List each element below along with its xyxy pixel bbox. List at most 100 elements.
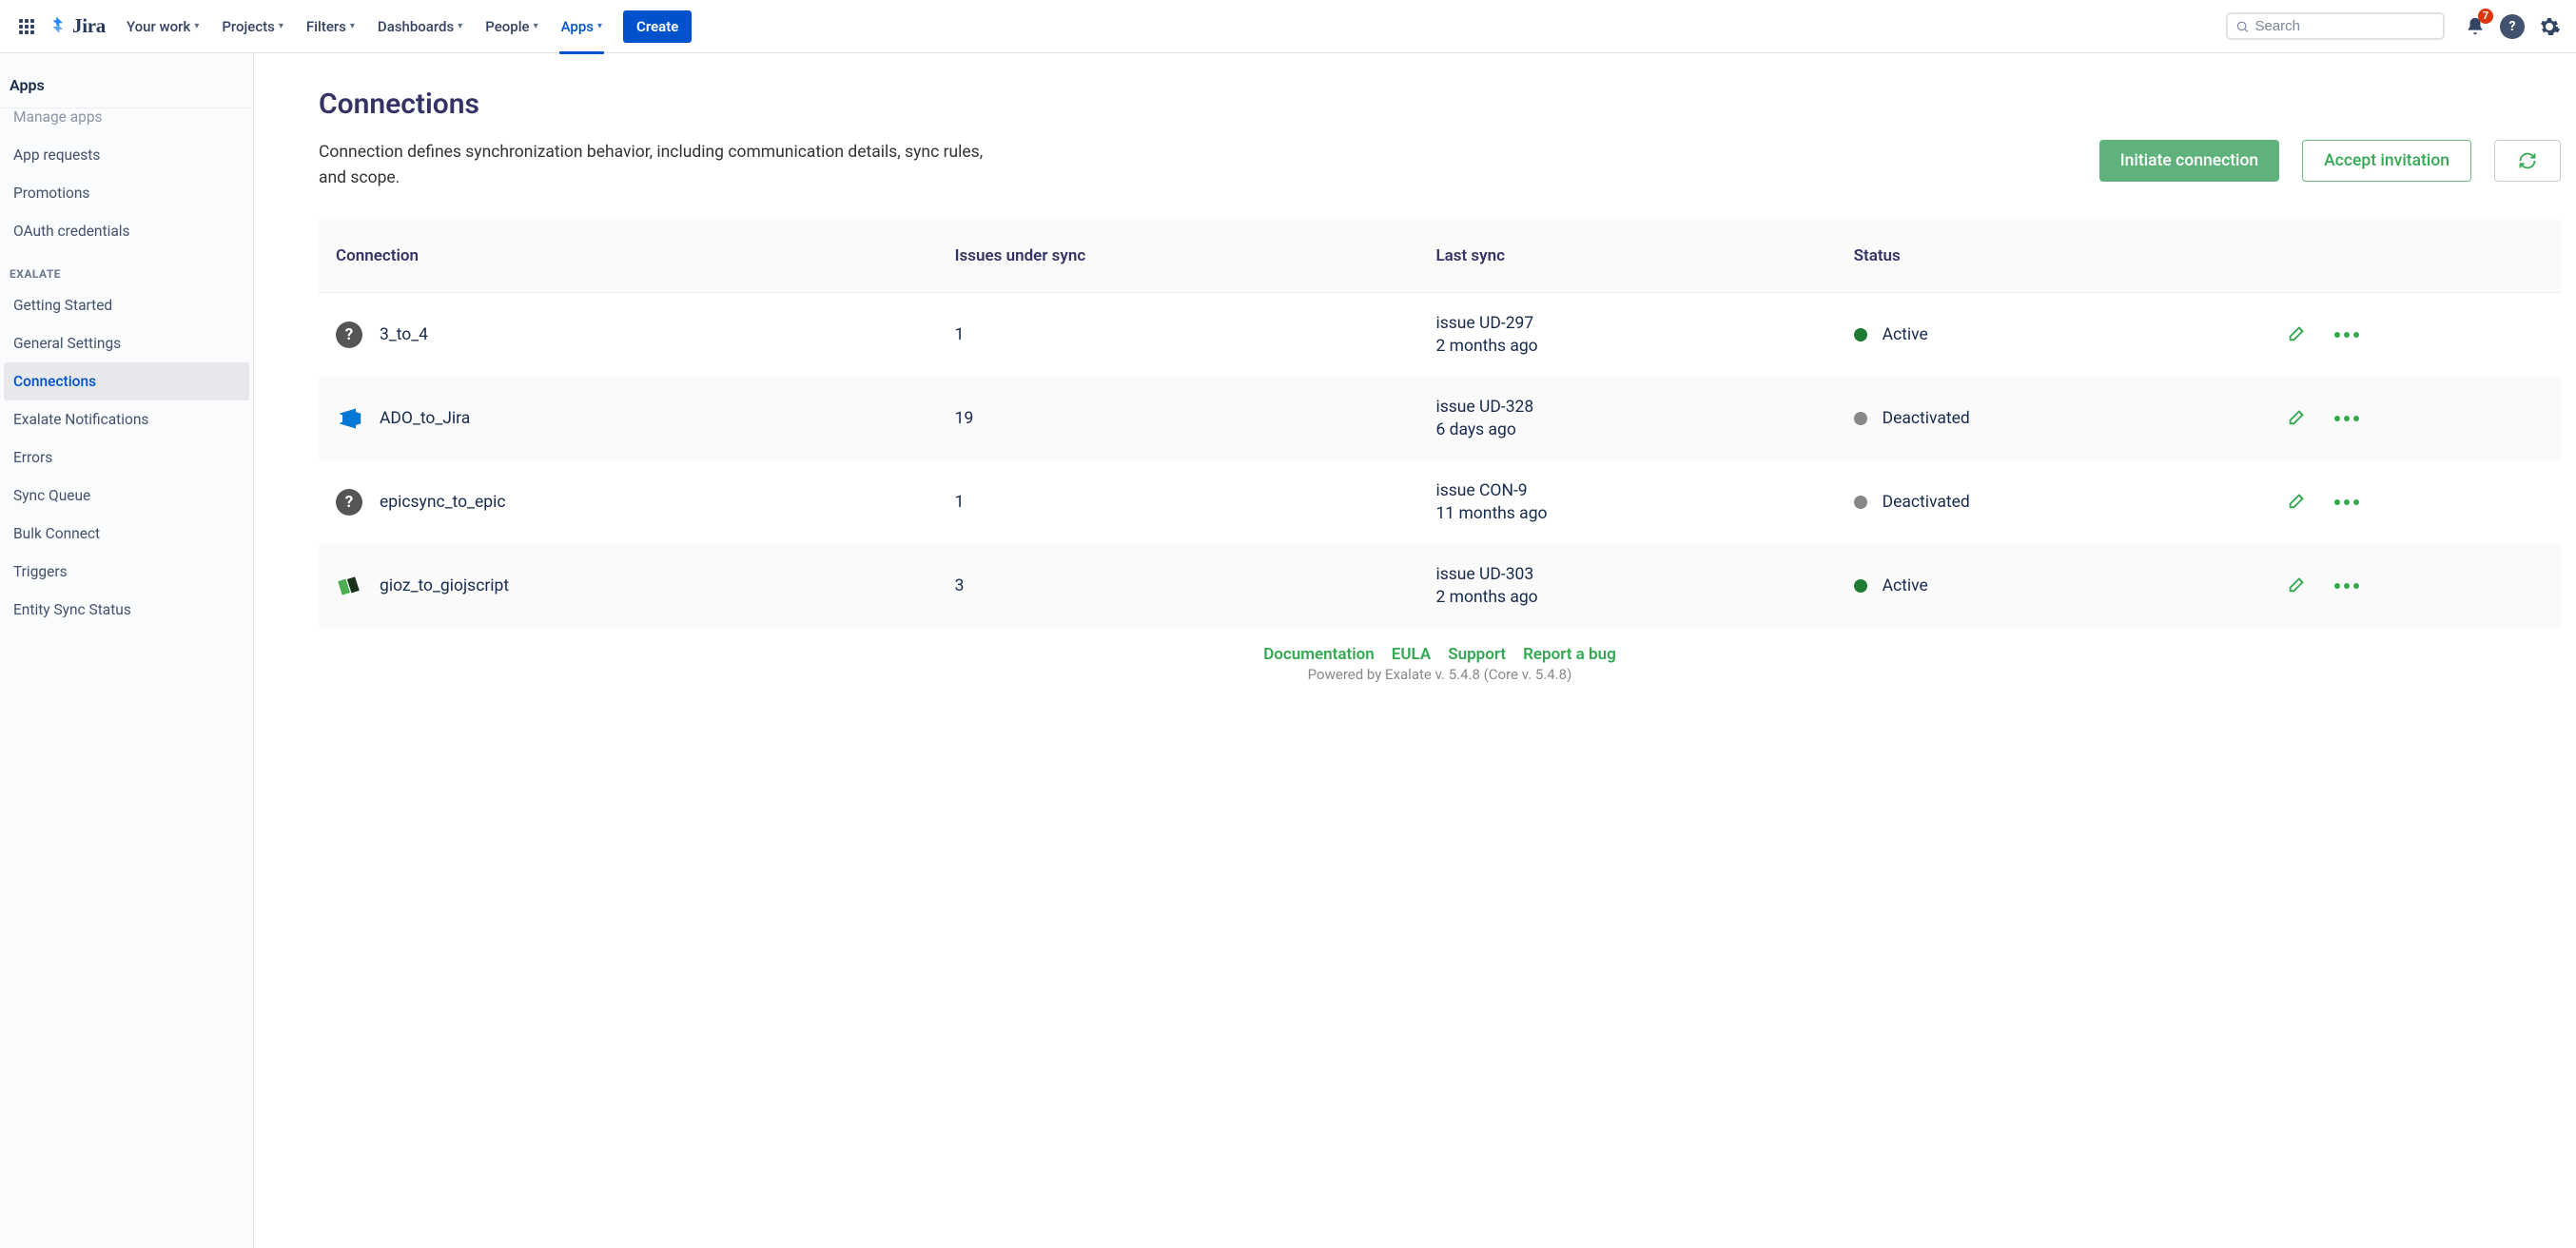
primary-nav: Your work▾ Projects ▾ Filters ▾ Dashboards ▾ Pe… [117, 12, 612, 41]
footer-link-report-a-bug[interactable]: Report a bug [1523, 645, 1616, 664]
connection-name: gioz_to_giojscript [380, 576, 509, 595]
jira-logo-icon [46, 15, 68, 38]
main-content: Connections Connection defines synchroni… [254, 53, 2576, 1248]
nav-item-dashboards[interactable]: Dashboards ▾ [368, 12, 472, 41]
status-label: Active [1883, 576, 1928, 595]
table-row[interactable]: ?3_to_41issue UD-2972 months agoActive [319, 293, 2561, 378]
footer-link-eula[interactable]: EULA [1392, 645, 1431, 664]
sidebar-title: Apps [0, 53, 253, 108]
column-header: Issues under sync [938, 220, 1419, 293]
sidebar-item-triggers[interactable]: Triggers [4, 553, 249, 591]
edit-icon [2287, 406, 2308, 427]
issues-count: 1 [938, 460, 1419, 544]
status-dot [1854, 412, 1867, 425]
nav-item-filters[interactable]: Filters ▾ [297, 12, 364, 41]
edit-button[interactable] [2287, 490, 2308, 516]
settings-button[interactable] [2534, 11, 2565, 42]
sidebar-item-errors[interactable]: Errors [4, 439, 249, 477]
product-name: Jira [72, 14, 106, 38]
edit-icon [2287, 490, 2308, 511]
last-sync-time: 11 months ago [1435, 504, 1836, 523]
nav-item-projects[interactable]: Projects ▾ [212, 12, 293, 41]
last-sync-issue: issue UD-297 [1435, 314, 1533, 333]
search-input[interactable] [2254, 18, 2435, 34]
sidebar-item-sync-queue[interactable]: Sync Queue [4, 477, 249, 515]
column-header: Status [1837, 220, 2271, 293]
nav-item-label: Apps [561, 18, 594, 35]
sidebar-item-connections[interactable]: Connections [4, 362, 249, 400]
create-button[interactable]: Create [623, 10, 692, 43]
status-label: Deactivated [1883, 493, 1970, 512]
initiate-connection-button[interactable]: Initiate connection [2099, 140, 2279, 182]
more-actions-button[interactable] [2334, 332, 2359, 338]
nav-item-people[interactable]: People▾ [476, 12, 547, 41]
table-row[interactable]: gioz_to_giojscript3issue UD-3032 months … [319, 544, 2561, 628]
search-box[interactable] [2226, 12, 2445, 40]
jira-logo[interactable]: Jira [46, 14, 106, 38]
sidebar-item-getting-started[interactable]: Getting Started [4, 286, 249, 324]
status-label: Deactivated [1883, 409, 1970, 428]
footer: Documentation EULA Support Report a bug Pow… [319, 645, 2561, 683]
connection-name: epicsync_to_epic [380, 493, 506, 512]
more-actions-button[interactable] [2334, 416, 2359, 421]
app-switcher-button[interactable] [11, 11, 42, 42]
issues-count: 19 [938, 377, 1419, 460]
notification-badge: 7 [2478, 9, 2493, 24]
refresh-icon [2518, 151, 2537, 170]
unknown-icon: ? [336, 489, 362, 516]
footer-link-support[interactable]: Support [1448, 645, 1506, 664]
connection-name: 3_to_4 [380, 325, 428, 344]
unknown-icon: ? [336, 322, 362, 348]
last-sync-time: 2 months ago [1435, 337, 1836, 356]
nav-item-label: Dashboards [378, 18, 454, 35]
nav-item-label: Filters [306, 18, 346, 35]
sidebar-item-general-settings[interactable]: General Settings [4, 324, 249, 362]
sidebar-item-bulk-connect[interactable]: Bulk Connect [4, 515, 249, 553]
azure-devops-icon [336, 405, 362, 432]
last-sync-time: 6 days ago [1435, 420, 1836, 439]
footer-version: Powered by Exalate v. 5.4.8 (Core v. 5.4… [319, 666, 2561, 683]
more-actions-button[interactable] [2334, 583, 2359, 589]
nav-item-your-work[interactable]: Your work▾ [117, 12, 208, 41]
status-dot [1854, 579, 1867, 593]
issues-count: 1 [938, 293, 1419, 378]
sidebar-item-oauth-credentials[interactable]: OAuth credentials [4, 212, 249, 250]
gear-icon [2538, 15, 2561, 38]
notifications-button[interactable]: 7 [2460, 11, 2490, 42]
help-icon: ? [2509, 19, 2516, 34]
edit-button[interactable] [2287, 322, 2308, 348]
table-row[interactable]: ? epicsync_to_epic 1 issue CON-9 11 months a… [319, 460, 2561, 544]
last-sync-issue: issue CON-9 [1435, 481, 1527, 500]
footer-link-documentation[interactable]: Documentation [1263, 645, 1375, 664]
nav-item-apps[interactable]: Apps▾ [552, 12, 612, 41]
sidebar-section-label: EXALATE [0, 250, 253, 286]
edit-button[interactable] [2287, 574, 2308, 599]
sidebar-item-entity-sync-status[interactable]: Entity Sync Status [4, 591, 249, 629]
sidebar-item-app-requests[interactable]: App requests [4, 136, 249, 174]
nav-item-label: People [485, 18, 529, 35]
chevron-down-icon: ▾ [279, 21, 283, 31]
table-row[interactable]: ADO_to_Jira19issue UD-3286 days agoDeact… [319, 377, 2561, 460]
accept-invitation-button[interactable]: Accept invitation [2302, 140, 2471, 182]
more-actions-button[interactable] [2334, 499, 2359, 505]
chevron-down-icon: ▾ [350, 21, 355, 31]
refresh-button[interactable] [2494, 140, 2561, 182]
topbar: Jira Your work▾Projects▾Filters▾Dashboar… [0, 0, 2576, 53]
connector-icon [337, 574, 361, 598]
last-sync-time: 2 months ago [1435, 588, 1836, 607]
status-dot [1854, 496, 1867, 509]
sidebar-item-exalate-notifications[interactable]: Exalate Notifications [4, 400, 249, 439]
chevron-down-icon: ▾ [458, 21, 462, 31]
last-sync-issue: issue UD-328 [1435, 398, 1533, 417]
column-header: Connection [319, 220, 938, 293]
edit-icon [2287, 574, 2308, 595]
edit-icon [2287, 322, 2308, 343]
last-sync-issue: issue UD-303 [1435, 565, 1533, 584]
nav-item-label: Projects [222, 18, 275, 35]
column-header-actions [2270, 220, 2561, 293]
sidebar-item[interactable]: Manage apps [4, 108, 249, 136]
nav-item-label: Your work [127, 18, 190, 35]
edit-button[interactable] [2287, 406, 2308, 432]
sidebar-item-promotions[interactable]: Promotions [4, 174, 249, 212]
help-button[interactable]: ? [2500, 14, 2525, 39]
